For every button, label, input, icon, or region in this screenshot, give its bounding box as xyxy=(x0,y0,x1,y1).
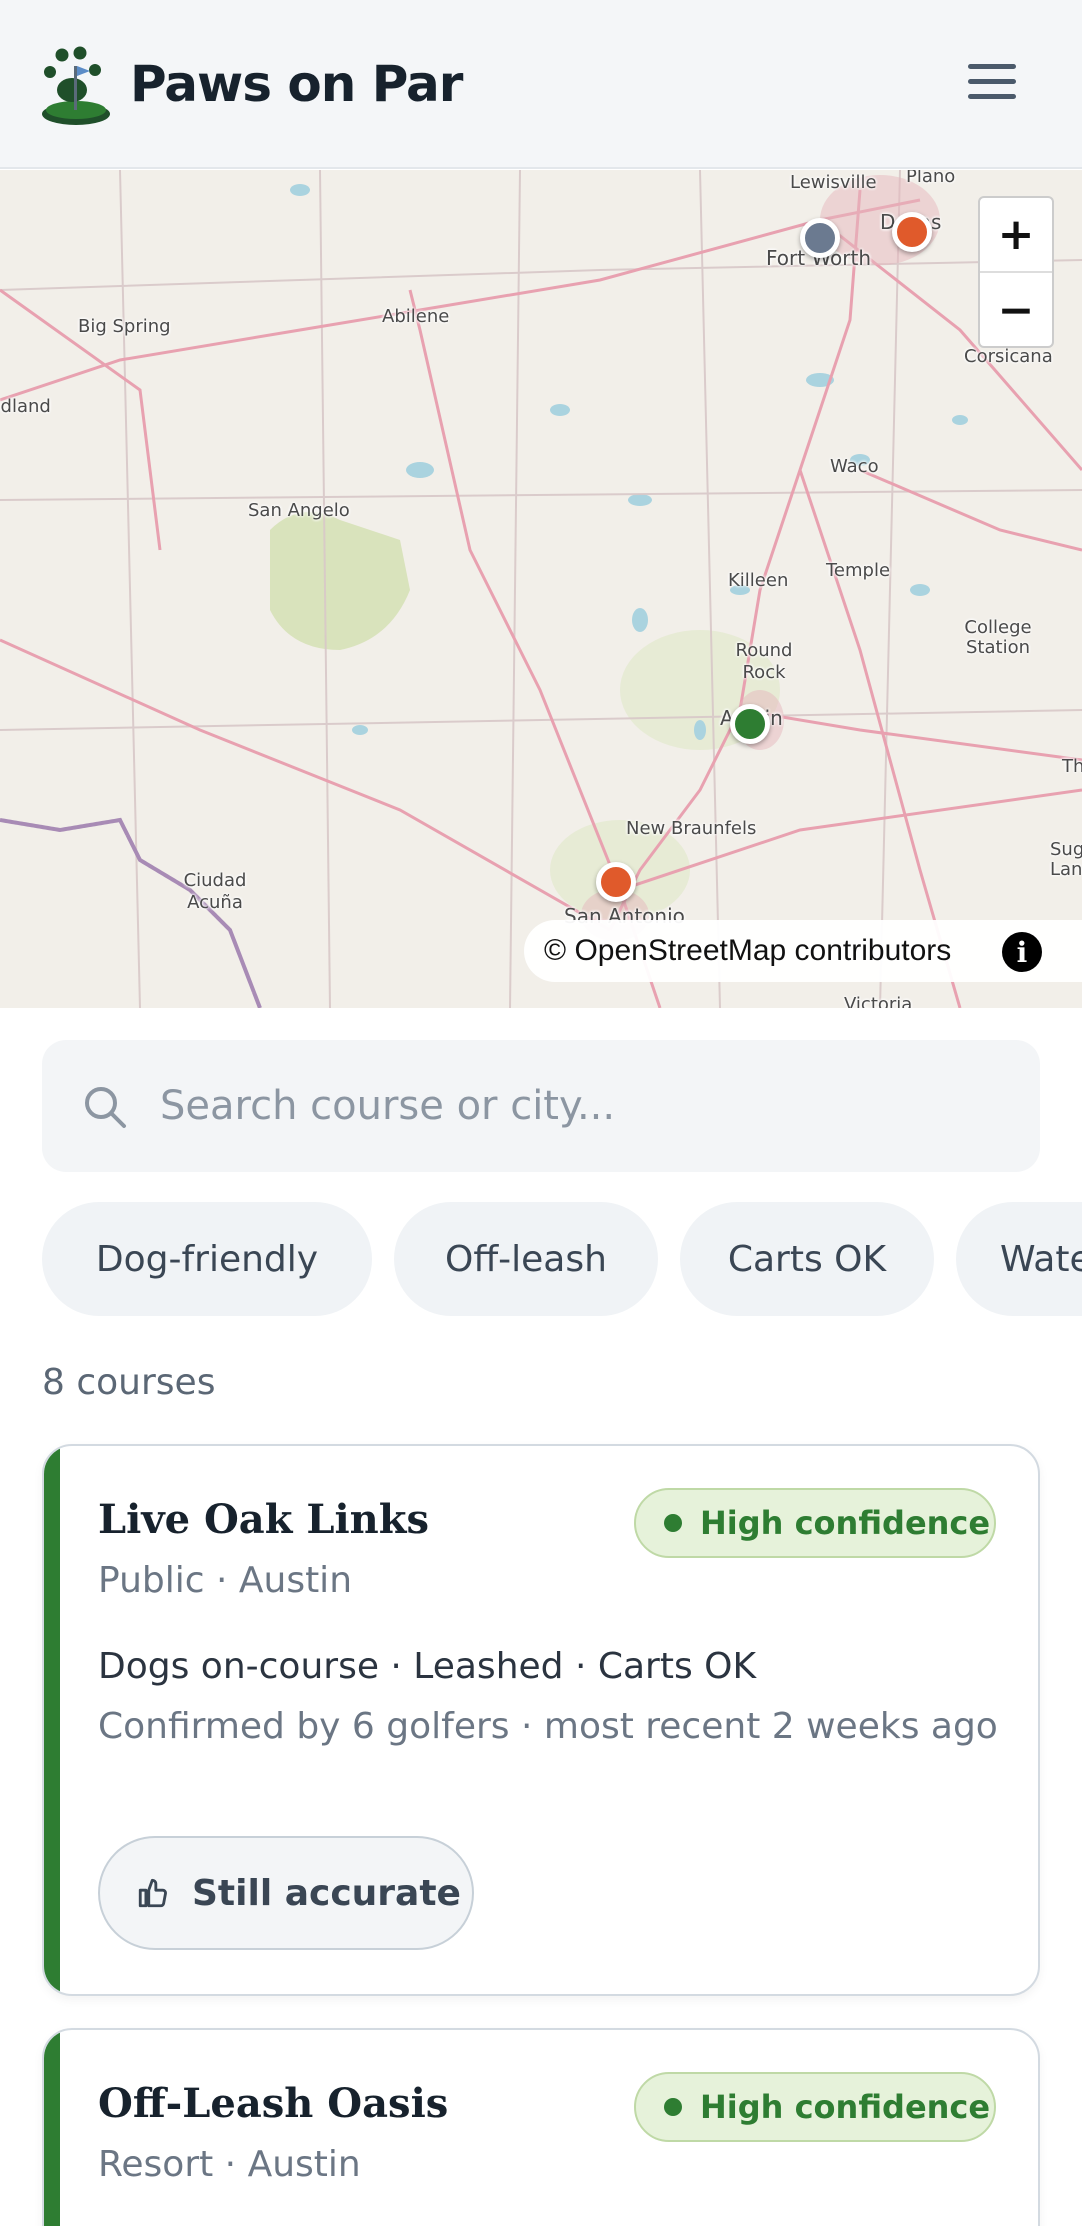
filter-chip-off-leash[interactable]: Off-leash xyxy=(394,1202,658,1316)
info-icon[interactable]: i xyxy=(1002,932,1042,972)
austin-marker[interactable] xyxy=(730,704,770,744)
status-dot-icon xyxy=(664,2098,682,2116)
status-dot-icon xyxy=(664,1514,682,1532)
map-label-corsicana: Corsicana xyxy=(964,346,1053,367)
map-label-new-braunfels: New Braunfels xyxy=(626,818,757,839)
map-label-sugar-land: Sugar Land xyxy=(1050,839,1082,880)
map-label-waco: Waco xyxy=(830,456,879,477)
filter-chip-carts-ok[interactable]: Carts OK xyxy=(680,1202,934,1316)
map-label-abilene: Abilene xyxy=(382,306,450,327)
course-map[interactable]: Lewisville Plano Fort Worth Dallas Big S… xyxy=(0,170,1082,1008)
map-label-victoria: Victoria xyxy=(844,994,913,1008)
confidence-badge: High confidence xyxy=(634,1488,996,1558)
filter-chips: Dog-friendly Off-leash Carts OK Water xyxy=(42,1202,1082,1318)
course-type-city: Public · Austin xyxy=(98,1560,353,1601)
confirmation-text: Confirmed by 6 golfers · most recent 2 w… xyxy=(98,1706,998,1747)
confidence-label: High confidence xyxy=(700,2088,991,2126)
still-accurate-label: Still accurate xyxy=(192,1872,461,1914)
map-base-tiles xyxy=(0,170,1082,1008)
attribution-text[interactable]: © OpenStreetMap contributors xyxy=(544,934,951,968)
map-label-round-rock: Round Rock xyxy=(735,640,793,683)
filter-chip-dog-friendly[interactable]: Dog-friendly xyxy=(42,1202,372,1316)
results-count: 8 courses xyxy=(42,1362,216,1403)
paw-flag-logo-icon xyxy=(42,46,110,125)
dog-policy: Dogs on-course · Leashed · Carts OK xyxy=(98,1646,757,1687)
map-label-college-station: College Station xyxy=(964,617,1032,658)
map-label-plano: Plano xyxy=(906,170,956,187)
search-bar[interactable] xyxy=(42,1040,1040,1172)
map-label-midland: Midland xyxy=(0,396,51,417)
search-input[interactable] xyxy=(160,1070,1000,1142)
app-header: Paws on Par xyxy=(0,0,1082,169)
zoom-out-button[interactable]: − xyxy=(980,273,1052,346)
confidence-bar xyxy=(44,2030,60,2226)
confidence-bar xyxy=(44,1446,60,1994)
menu-button[interactable] xyxy=(960,58,1024,106)
filter-chip-water[interactable]: Water xyxy=(956,1202,1082,1316)
fort-worth-marker[interactable] xyxy=(800,218,840,258)
map-label-big-spring: Big Spring xyxy=(78,316,171,337)
course-card[interactable]: Off-Leash Oasis Resort · Austin High con… xyxy=(42,2028,1040,2226)
zoom-in-button[interactable]: + xyxy=(980,198,1052,273)
hamburger-menu-icon-bar xyxy=(968,94,1016,99)
zoom-control: + − xyxy=(978,196,1054,348)
course-name[interactable]: Off-Leash Oasis xyxy=(98,2080,448,2127)
still-accurate-button[interactable]: Still accurate xyxy=(98,1836,474,1950)
app-title: Paws on Par xyxy=(130,55,463,113)
course-type-city: Resort · Austin xyxy=(98,2144,361,2185)
dallas-marker[interactable] xyxy=(892,212,932,252)
confidence-label: High confidence xyxy=(700,1504,991,1542)
map-attribution: © OpenStreetMap contributors i xyxy=(524,920,1082,982)
brand[interactable]: Paws on Par xyxy=(40,42,463,126)
map-label-temple: Temple xyxy=(826,560,891,581)
hamburger-menu-icon-bar xyxy=(968,79,1016,84)
map-label-ciudad-acuna: Ciudad Acuña xyxy=(183,870,247,913)
search-icon xyxy=(85,1087,126,1128)
map-label-killeen: Killeen xyxy=(728,570,789,591)
san-antonio-marker[interactable] xyxy=(596,862,636,902)
course-name[interactable]: Live Oak Links xyxy=(98,1496,429,1543)
map-label-lewisville: Lewisville xyxy=(790,172,877,193)
map-label-san-angelo: San Angelo xyxy=(248,500,350,521)
thumbs-up-icon xyxy=(138,1878,167,1908)
confidence-badge: High confidence xyxy=(634,2072,996,2142)
hamburger-menu-icon xyxy=(968,64,1016,69)
course-card[interactable]: Live Oak Links Public · Austin High conf… xyxy=(42,1444,1040,1996)
map-label-th: Th xyxy=(1062,756,1082,777)
